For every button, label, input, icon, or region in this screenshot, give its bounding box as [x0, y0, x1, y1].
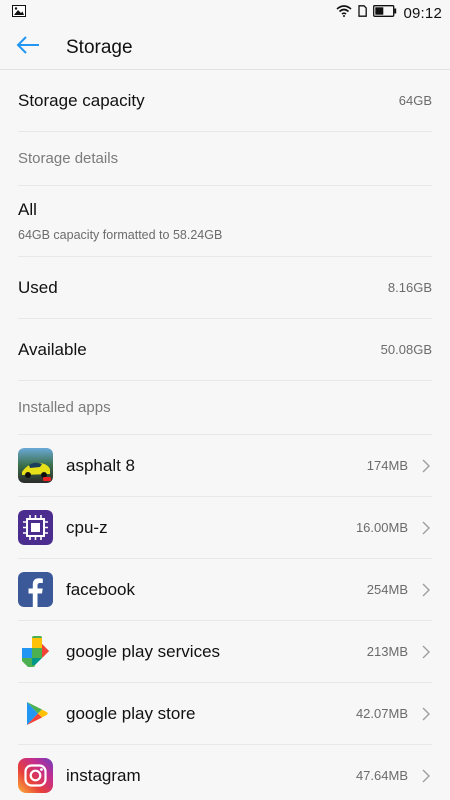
app-row-facebook[interactable]: facebook 254MB: [18, 559, 432, 621]
sim-icon: [358, 4, 368, 22]
app-row-google-play-store[interactable]: google play store 42.07MB: [18, 683, 432, 745]
app-size: 47.64MB: [355, 768, 408, 783]
chevron-right-icon: [420, 458, 432, 474]
app-name: asphalt 8: [66, 455, 135, 475]
status-time: 09:12: [403, 4, 442, 22]
app-row-instagram[interactable]: instagram 47.64MB: [18, 745, 432, 800]
app-name: facebook: [66, 579, 135, 599]
storage-available-label: Available: [18, 339, 87, 359]
instagram-icon: [18, 758, 53, 793]
app-bar: Storage: [0, 26, 450, 70]
app-size: 174MB: [366, 458, 408, 473]
storage-all-subtitle: 64GB capacity formatted to 58.24GB: [18, 228, 223, 242]
storage-used-label: Used: [18, 277, 58, 297]
facebook-icon: [18, 572, 53, 607]
page-title: Storage: [66, 36, 133, 58]
storage-all-row: All 64GB capacity formatted to 58.24GB: [18, 186, 432, 257]
asphalt-8-icon: [18, 448, 53, 483]
app-name: instagram: [66, 765, 141, 785]
app-size: 213MB: [366, 644, 408, 659]
installed-apps-header: Installed apps: [18, 381, 432, 435]
chevron-right-icon: [420, 768, 432, 784]
storage-content: Storage capacity 64GB Storage details Al…: [0, 70, 450, 800]
storage-capacity-label: Storage capacity: [18, 90, 145, 110]
chevron-right-icon: [420, 706, 432, 722]
chevron-right-icon: [420, 582, 432, 598]
storage-available-value: 50.08GB: [380, 342, 432, 357]
app-size: 42.07MB: [355, 706, 408, 721]
image-notification-icon: [12, 4, 26, 22]
chevron-right-icon: [420, 644, 432, 660]
storage-available-row: Available 50.08GB: [18, 319, 432, 381]
app-row-google-play-services[interactable]: google play services 213MB: [18, 621, 432, 683]
storage-capacity-value: 64GB: [398, 93, 432, 108]
app-size: 16.00MB: [355, 520, 408, 535]
app-name: google play services: [66, 641, 221, 661]
google-play-store-icon: [18, 696, 53, 731]
storage-used-value: 8.16GB: [387, 280, 432, 295]
chevron-right-icon: [420, 520, 432, 536]
cpu-z-icon: [18, 510, 53, 545]
storage-screen: 09:12 Storage Storage capacity 64GB Stor…: [0, 0, 450, 800]
storage-all-label: All: [18, 200, 37, 219]
app-row-cpu-z[interactable]: cpu-z 16.00MB: [18, 497, 432, 559]
battery-icon: [373, 4, 397, 22]
back-button[interactable]: [0, 26, 56, 70]
arrow-left-icon: [16, 35, 40, 60]
storage-details-header: Storage details: [18, 132, 432, 186]
storage-capacity-row: Storage capacity 64GB: [18, 70, 432, 132]
app-name: cpu-z: [66, 517, 108, 537]
wifi-icon: [336, 4, 352, 22]
storage-used-row: Used 8.16GB: [18, 257, 432, 319]
google-play-services-icon: [18, 634, 53, 669]
app-row-asphalt-8[interactable]: asphalt 8 174MB: [18, 435, 432, 497]
app-name: google play store: [66, 703, 196, 723]
app-size: 254MB: [366, 582, 408, 597]
status-bar: 09:12: [0, 0, 450, 26]
